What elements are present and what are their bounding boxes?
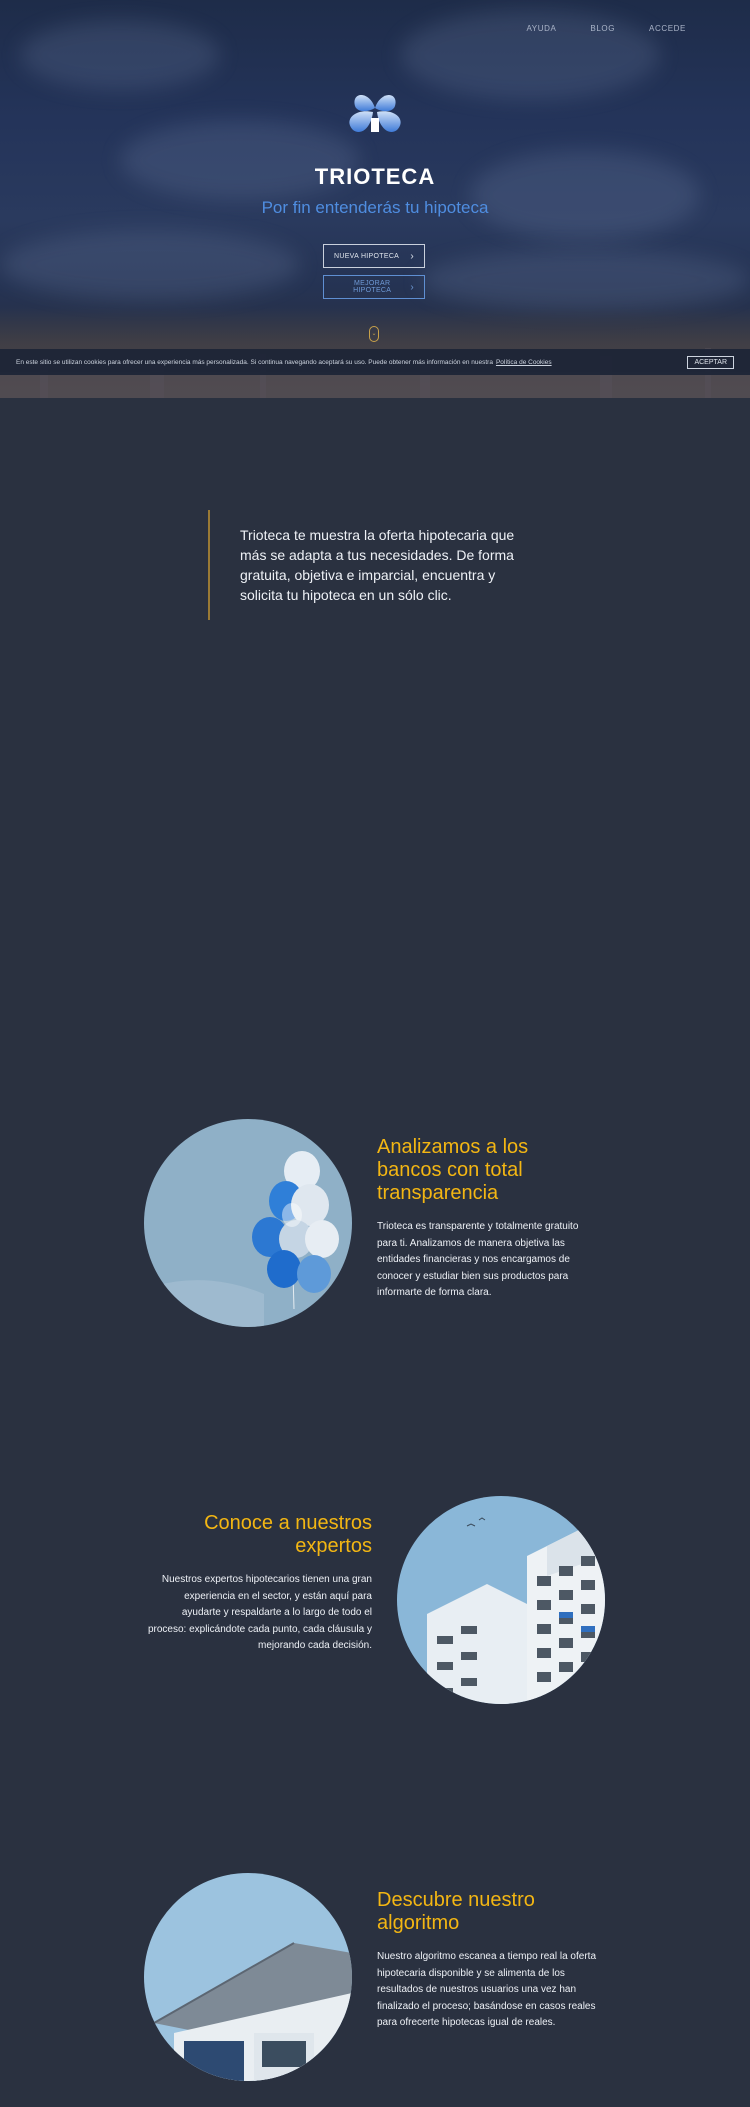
house-roof-image [144,1873,352,2081]
nav-accede-link[interactable]: ACCEDE [649,24,686,33]
cloud-decoration [20,20,220,90]
cookie-banner: En este sitio se utilizan cookies para o… [0,349,750,375]
nav-ayuda-link[interactable]: AYUDA [526,24,556,33]
cloud-decoration [0,230,300,300]
cloud-decoration [420,250,750,310]
new-mortgage-button[interactable]: NUEVA HIPOTECA › [323,244,425,268]
cookie-accept-button[interactable]: ACEPTAR [687,355,734,369]
scroll-down-icon[interactable]: ⌄ [369,326,379,342]
feature-2-text: Nuestros expertos hipotecarios tienen un… [147,1574,372,1651]
hero-section: AYUDA BLOG ACCEDE TRIOTECA Por fin enten… [0,0,750,398]
feature-1-text: Trioteca es transparente y totalmente gr… [377,1221,579,1298]
intro-text: Trioteca te muestra la oferta hipotecari… [240,527,515,603]
building-image [397,1496,605,1704]
hero-tagline: Por fin entenderás tu hipoteca [261,198,489,217]
top-nav: AYUDA BLOG ACCEDE [526,24,686,33]
cookie-text: En este sitio se utilizan cookies para o… [16,358,493,366]
brand-title: TRIOTECA [314,164,436,189]
feature-3-title: Descubre nuestro algoritmo [377,1889,535,1934]
cookie-policy-link[interactable]: Política de Cookies [496,359,552,366]
improve-mortgage-button[interactable]: MEJORAR HIPOTECA › [323,275,425,299]
feature-1-title: Analizamos a los bancos con total transp… [377,1136,529,1204]
feature-2-title: Conoce a nuestros expertos [204,1512,372,1557]
trioteca-logo-icon [349,95,401,132]
nav-blog-link[interactable]: BLOG [590,24,615,33]
chevron-right-icon: › [410,281,414,293]
feature-3-text: Nuestro algoritmo escanea a tiempo real … [377,1951,597,2028]
chevron-right-icon: › [410,250,414,262]
intro-accent-line [208,510,210,620]
balloons-image [144,1119,352,1327]
improve-mortgage-label: MEJORAR HIPOTECA [353,280,392,294]
new-mortgage-label: NUEVA HIPOTECA [334,252,400,260]
